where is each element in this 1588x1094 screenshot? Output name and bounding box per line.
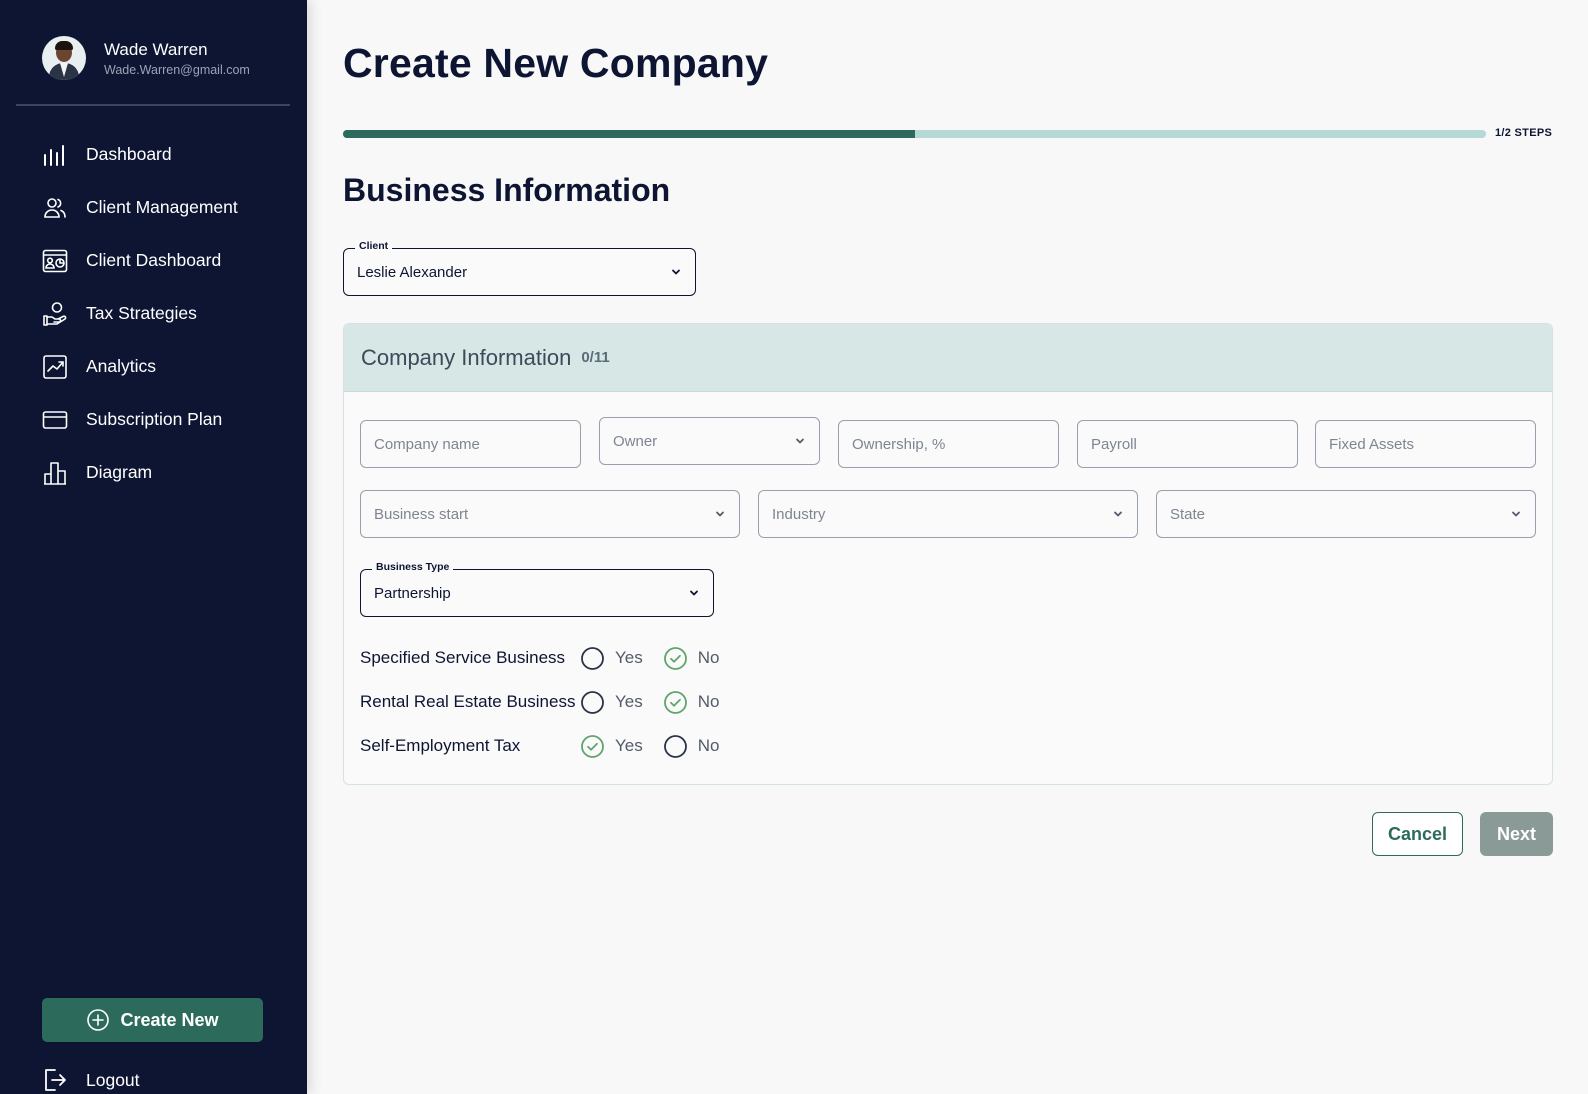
radio-group-rental-real-estate: Rental Real Estate Business Yes No: [360, 687, 739, 717]
avatar: [42, 36, 86, 80]
steps-indicator: 1/2 STEPS: [1495, 127, 1553, 139]
fixed-assets-placeholder: Fixed Assets: [1329, 435, 1415, 453]
owner-placeholder: Owner: [613, 432, 658, 450]
radio-yes-label: Yes: [615, 692, 643, 711]
section-title: Business Information: [343, 172, 671, 208]
radio-group-specified-service: Specified Service Business Yes No: [360, 643, 739, 673]
company-name-input[interactable]: Company name: [360, 420, 581, 468]
chevron-down-icon: [796, 438, 804, 444]
progress-bar: [343, 130, 1486, 138]
sidebar-item-analytics[interactable]: Analytics: [42, 340, 292, 393]
logout-icon: [45, 1069, 66, 1091]
sidebar-item-label: Client Dashboard: [86, 250, 222, 270]
state-select[interactable]: State: [1156, 490, 1536, 538]
user-profile[interactable]: Wade Warren Wade.Warren@gmail.com: [42, 36, 250, 80]
bar-chart-icon: [42, 142, 68, 168]
owner-select[interactable]: Owner: [599, 417, 820, 465]
fixed-assets-input[interactable]: Fixed Assets: [1315, 420, 1536, 468]
chevron-down-icon: [1512, 511, 1520, 517]
user-email: Wade.Warren@gmail.com: [104, 62, 250, 77]
sidebar-nav: Dashboard Client Management Client Dashb…: [42, 128, 292, 499]
credit-card-icon: [42, 407, 68, 433]
next-button[interactable]: Next: [1480, 812, 1553, 856]
sidebar-item-subscription-plan[interactable]: Subscription Plan: [42, 393, 292, 446]
users-icon: [42, 195, 68, 221]
sidebar-divider: [16, 104, 290, 106]
sidebar-item-label: Analytics: [86, 356, 157, 376]
radio-no-label: No: [697, 736, 720, 755]
radio-yes-label: Yes: [615, 648, 643, 667]
progress-fill: [343, 130, 915, 138]
client-value: Leslie Alexander: [357, 263, 468, 281]
chevron-down-icon: [690, 590, 698, 596]
sidebar-item-diagram[interactable]: Diagram: [42, 446, 292, 499]
radio-yes[interactable]: Yes: [580, 646, 643, 671]
radio-empty-icon: [581, 690, 604, 714]
radio-empty-icon: [663, 734, 687, 758]
business-start-placeholder: Business start: [374, 505, 469, 523]
logout-label: Logout: [86, 1069, 140, 1090]
radio-yes-label: Yes: [615, 736, 643, 755]
radio-no-label: No: [697, 648, 720, 667]
business-type-value: Partnership: [374, 584, 451, 602]
company-name-placeholder: Company name: [374, 435, 480, 453]
ownership-placeholder: Ownership, %: [852, 435, 946, 453]
sidebar-item-tax-strategies[interactable]: Tax Strategies: [42, 287, 292, 340]
sidebar-item-label: Subscription Plan: [86, 409, 223, 429]
sidebar-item-label: Tax Strategies: [86, 303, 197, 323]
card-header: Company Information 0/11: [344, 324, 1552, 392]
ownership-input[interactable]: Ownership, %: [838, 420, 1059, 468]
check-circle-icon: [663, 646, 687, 670]
client-select[interactable]: Client Leslie Alexander: [343, 240, 696, 296]
trending-chart-icon: [42, 354, 68, 380]
page-title: Create New Company: [343, 40, 769, 86]
hand-coin-icon: [42, 301, 68, 327]
radio-group-self-employment-tax: Self-Employment Tax Yes No: [360, 731, 739, 761]
radio-yes[interactable]: Yes: [580, 734, 643, 759]
business-type-select[interactable]: Business Type Partnership: [360, 561, 714, 617]
sidebar-item-client-dashboard[interactable]: Client Dashboard: [42, 234, 292, 287]
client-dashboard-icon: [42, 248, 68, 274]
radio-no[interactable]: No: [663, 646, 720, 671]
check-circle-icon: [581, 734, 604, 758]
payroll-placeholder: Payroll: [1091, 435, 1137, 453]
radio-no[interactable]: No: [663, 690, 720, 715]
chevron-down-icon: [1114, 511, 1122, 517]
sidebar-item-label: Client Management: [86, 197, 238, 217]
radio-no[interactable]: No: [663, 734, 720, 759]
cancel-button[interactable]: Cancel: [1372, 812, 1463, 856]
industry-placeholder: Industry: [772, 505, 826, 523]
sidebar-item-label: Dashboard: [86, 144, 172, 164]
radio-no-label: No: [697, 692, 720, 711]
plus-circle-icon: [87, 1009, 110, 1031]
sidebar-item-client-management[interactable]: Client Management: [42, 181, 292, 234]
create-new-button[interactable]: Create New: [42, 998, 263, 1042]
radio-empty-icon: [581, 646, 604, 670]
radio-yes[interactable]: Yes: [580, 690, 643, 715]
payroll-input[interactable]: Payroll: [1077, 420, 1298, 468]
business-type-label: Business Type: [372, 561, 454, 573]
question-label: Self-Employment Tax: [360, 736, 521, 755]
client-field-label: Client: [355, 240, 393, 252]
sidebar: Wade Warren Wade.Warren@gmail.com Dashbo…: [0, 0, 307, 1094]
sidebar-item-dashboard[interactable]: Dashboard: [42, 128, 292, 181]
create-new-label: Create New: [120, 1009, 219, 1030]
question-label: Rental Real Estate Business: [360, 692, 576, 711]
industry-select[interactable]: Industry: [758, 490, 1138, 538]
state-placeholder: State: [1170, 505, 1206, 523]
diagram-icon: [42, 460, 68, 486]
sidebar-item-label: Diagram: [86, 462, 153, 482]
user-name: Wade Warren: [104, 39, 208, 59]
chevron-down-icon: [716, 511, 724, 517]
card-count: 0/11: [581, 349, 610, 366]
card-title: Company Information: [361, 344, 572, 370]
business-start-select[interactable]: Business start: [360, 490, 740, 538]
question-label: Specified Service Business: [360, 648, 566, 667]
logout-button[interactable]: Logout: [42, 1067, 140, 1093]
chevron-down-icon: [672, 269, 680, 275]
check-circle-icon: [663, 690, 687, 714]
